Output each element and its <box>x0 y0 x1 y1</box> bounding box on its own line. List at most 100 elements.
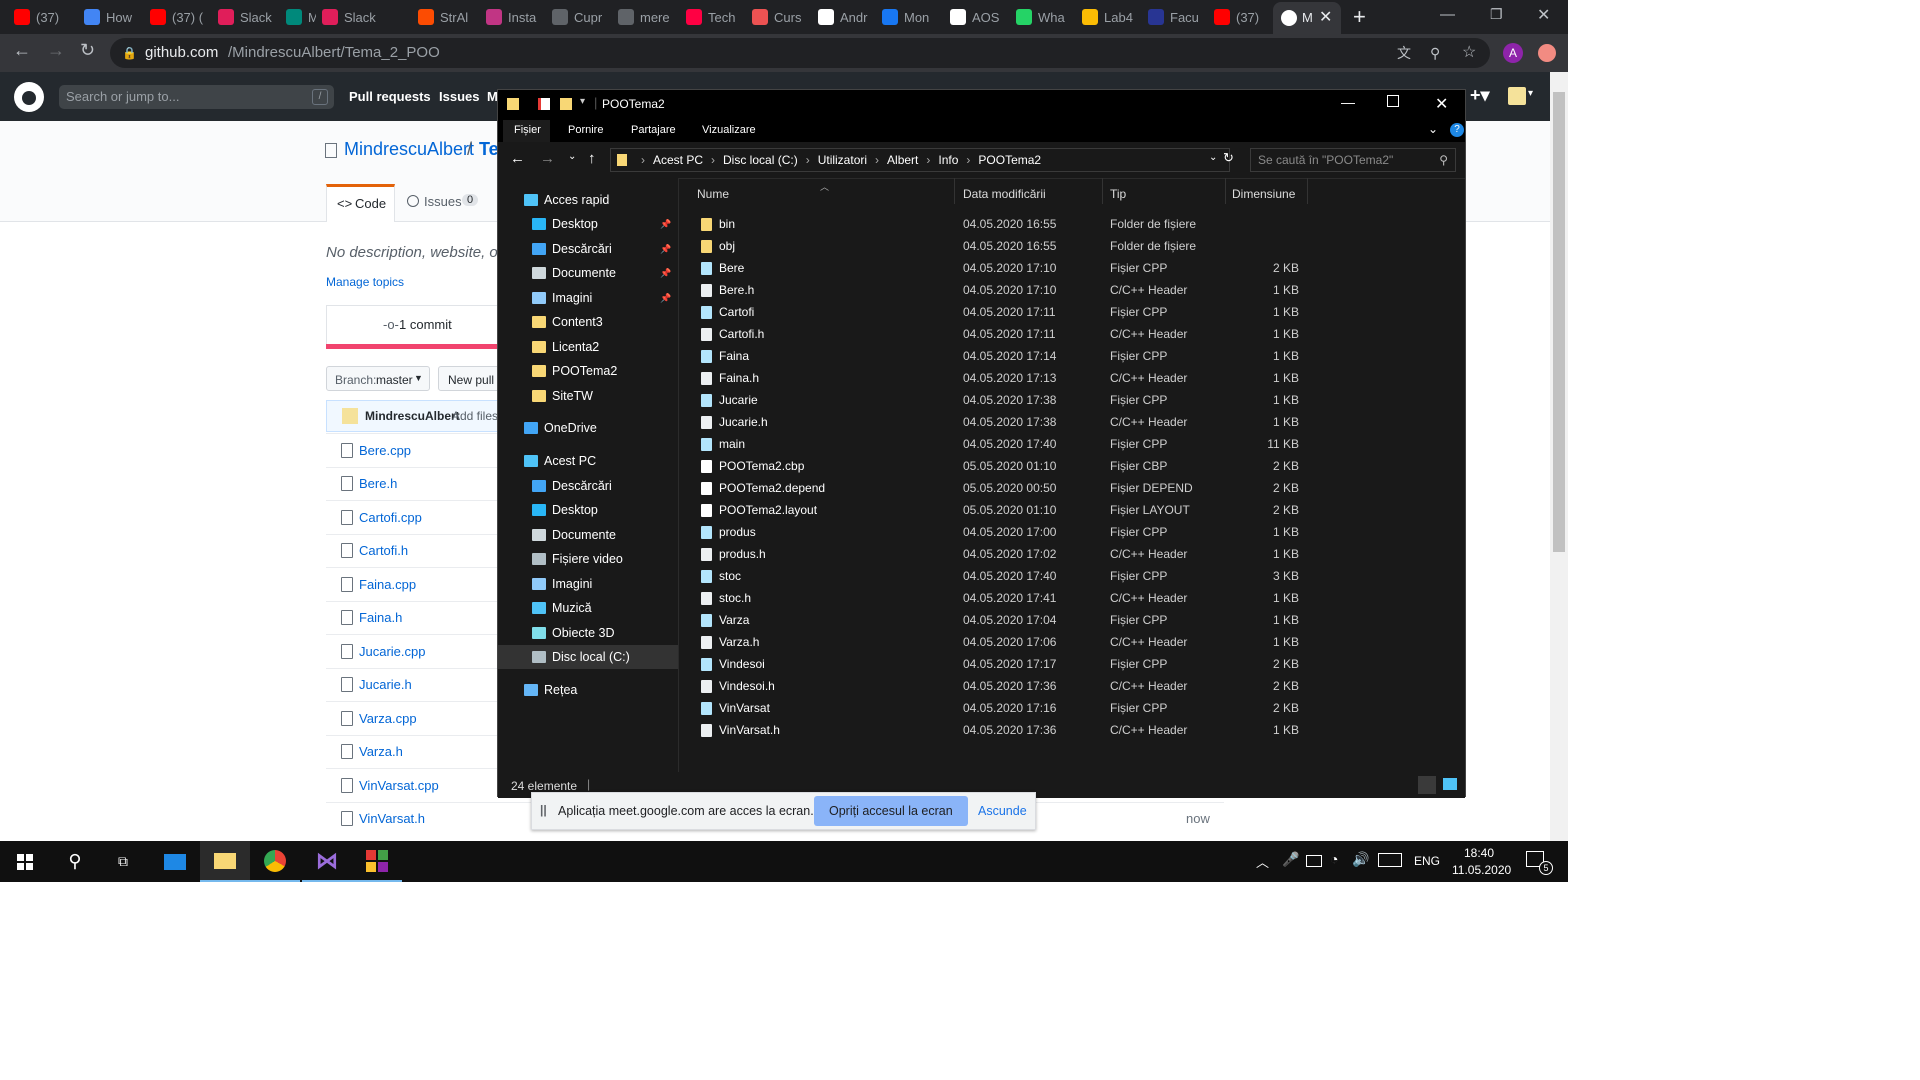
breadcrumb-item[interactable]: Albert <box>887 153 918 167</box>
minimize-window-icon[interactable]: — <box>1440 6 1455 23</box>
start-button[interactable] <box>0 841 50 882</box>
avatar-dropdown-icon[interactable]: ▾ <box>1528 88 1533 99</box>
nav-item[interactable]: Acces rapid <box>498 188 678 212</box>
nav-item[interactable]: Documente <box>498 523 678 547</box>
pin-icon[interactable]: 📌 <box>660 244 671 255</box>
address-bar[interactable]: 🔒 github.com /MindrescuAlbert/Tema_2_POO… <box>110 38 1490 68</box>
browser-tab[interactable]: Lab4 <box>1082 4 1142 30</box>
nav-item[interactable]: Documente 📌 <box>498 261 678 285</box>
browser-tab[interactable]: mere <box>618 4 680 30</box>
tab-code[interactable]: <> Code <box>326 184 395 222</box>
explorer-search-input[interactable]: Se caută în "POOTema2" ⚲ <box>1250 148 1456 172</box>
user-avatar[interactable] <box>1508 87 1526 105</box>
clock-time[interactable]: 18:40 <box>1464 846 1494 860</box>
breadcrumb-separator-icon[interactable]: › <box>641 153 645 167</box>
file-name-link[interactable]: Bere.cpp <box>359 443 411 458</box>
nav-item[interactable]: SiteTW <box>498 384 678 408</box>
close-window-icon[interactable]: ✕ <box>1537 5 1550 25</box>
file-row[interactable]: POOTema2.cbp 05.05.2020 01:10 Fișier CBP 2 … <box>679 455 1465 477</box>
file-row[interactable]: bin 04.05.2020 16:55 Folder de fișiere <box>679 213 1465 235</box>
file-row[interactable]: Vindesoi 04.05.2020 17:17 Fișier CPP 2 KB <box>679 653 1465 675</box>
file-row[interactable]: Faina 04.05.2020 17:14 Fișier CPP 1 KB <box>679 345 1465 367</box>
search-button[interactable]: ⚲ <box>50 841 100 882</box>
ribbon-tab-file[interactable]: Fișier <box>503 120 550 142</box>
browser-tab[interactable]: How <box>84 4 144 30</box>
volume-icon[interactable]: 🔊 <box>1352 851 1369 868</box>
file-name-link[interactable]: Cartofi.cpp <box>359 510 422 525</box>
nav-item[interactable]: Descărcări <box>498 474 678 498</box>
file-row[interactable]: obj 04.05.2020 16:55 Folder de fișiere <box>679 235 1465 257</box>
file-row[interactable]: produs 04.05.2020 17:00 Fișier CPP 1 KB <box>679 521 1465 543</box>
file-row[interactable]: POOTema2.depend 05.05.2020 00:50 Fișier DE… <box>679 477 1465 499</box>
file-name-link[interactable]: Cartofi.h <box>359 543 408 558</box>
file-row[interactable]: Jucarie.h 04.05.2020 17:38 C/C++ Header 1 K… <box>679 411 1465 433</box>
file-name-link[interactable]: VinVarsat.cpp <box>359 778 439 793</box>
task-view-button[interactable]: ⧉ <box>98 841 148 882</box>
browser-tab[interactable]: Tech <box>686 4 746 30</box>
file-row[interactable]: POOTema2.layout 05.05.2020 01:10 Fișier LA… <box>679 499 1465 521</box>
battery-icon[interactable] <box>1306 855 1322 867</box>
translate-icon[interactable]: 文 <box>1397 38 1411 68</box>
forward-arrow-icon[interactable]: → <box>47 40 65 61</box>
browser-tab[interactable]: Andr <box>818 4 876 30</box>
create-new-icon[interactable]: +▾ <box>1470 85 1490 106</box>
file-name-link[interactable]: Faina.cpp <box>359 577 416 592</box>
file-row[interactable]: Cartofi.h 04.05.2020 17:11 C/C++ Header 1 K… <box>679 323 1465 345</box>
clock-date[interactable]: 11.05.2020 <box>1452 863 1511 877</box>
input-language[interactable]: ENG <box>1414 854 1440 868</box>
nav-item[interactable]: Disc local (C:) <box>498 645 678 669</box>
scrollbar-thumb[interactable] <box>1553 92 1565 552</box>
file-row[interactable]: Bere 04.05.2020 17:10 Fișier CPP 2 KB <box>679 257 1465 279</box>
browser-tab[interactable]: Slack <box>322 4 412 30</box>
nav-item[interactable]: Descărcări 📌 <box>498 237 678 261</box>
file-row[interactable]: Bere.h 04.05.2020 17:10 C/C++ Header 1 KB <box>679 279 1465 301</box>
nav-item[interactable]: Obiecte 3D <box>498 621 678 645</box>
repo-name-link[interactable]: Te <box>479 139 499 160</box>
explorer-back-icon[interactable]: ← <box>510 150 525 167</box>
github-search-input[interactable]: Search or jump to... / <box>59 85 334 109</box>
breadcrumb-separator-icon[interactable]: › <box>711 153 715 167</box>
reload-icon[interactable]: ↻ <box>80 40 95 61</box>
breadcrumb[interactable]: › Acest PC › Disc local (C:) › Utilizatori › Al… <box>610 148 1234 172</box>
browser-tab[interactable]: Slack <box>218 4 280 30</box>
large-icons-view-icon[interactable] <box>1443 778 1457 790</box>
browser-tab[interactable]: Facu <box>1148 4 1208 30</box>
refresh-icon[interactable]: ↻ <box>1223 150 1234 166</box>
file-row[interactable]: stoc.h 04.05.2020 17:41 C/C++ Header 1 KB <box>679 587 1465 609</box>
explorer-forward-icon[interactable]: → <box>540 150 555 167</box>
explorer-minimize-icon[interactable]: — <box>1341 94 1355 110</box>
file-row[interactable]: main 04.05.2020 17:40 Fișier CPP 11 KB <box>679 433 1465 455</box>
address-dropdown-icon[interactable]: ⌄ <box>1209 152 1217 163</box>
branch-selector[interactable]: Branch: master ▼ <box>326 366 430 391</box>
nav-item[interactable]: Rețea <box>498 678 678 702</box>
nav-issues[interactable]: Issues <box>439 89 479 104</box>
zoom-icon[interactable]: ⚲ <box>1430 38 1440 68</box>
nav-item[interactable]: Desktop <box>498 498 678 522</box>
file-row[interactable]: Vindesoi.h 04.05.2020 17:36 C/C++ Header 2 … <box>679 675 1465 697</box>
breadcrumb-item[interactable]: Info <box>938 153 958 167</box>
commit-message[interactable]: Add files <box>452 409 498 423</box>
nav-item[interactable]: Fișiere video <box>498 547 678 571</box>
quick-access-dropdown-icon[interactable]: ▾ <box>580 96 585 107</box>
file-name-link[interactable]: Bere.h <box>359 476 397 491</box>
column-name[interactable]: Nume <box>697 187 729 201</box>
file-row[interactable]: VinVarsat.h 04.05.2020 17:36 C/C++ Header 1… <box>679 719 1465 741</box>
properties-icon[interactable] <box>538 98 550 110</box>
profile-avatar[interactable]: A <box>1503 43 1523 63</box>
browser-tab[interactable]: StrAl <box>418 4 480 30</box>
file-row[interactable]: stoc 04.05.2020 17:40 Fișier CPP 3 KB <box>679 565 1465 587</box>
column-date-modified[interactable]: Data modificării <box>963 187 1046 201</box>
explorer-close-icon[interactable]: ✕ <box>1435 94 1448 114</box>
browser-tab[interactable]: Cupr <box>552 4 612 30</box>
breadcrumb-item[interactable]: POOTema2 <box>978 153 1041 167</box>
breadcrumb-separator-icon[interactable]: › <box>926 153 930 167</box>
breadcrumb-separator-icon[interactable]: › <box>875 153 879 167</box>
taskbar-mail[interactable] <box>150 841 200 882</box>
details-view-icon[interactable] <box>1418 776 1436 794</box>
file-row[interactable]: produs.h 04.05.2020 17:02 C/C++ Header 1 KB <box>679 543 1465 565</box>
ribbon-tab-home[interactable]: Pornire <box>568 124 603 136</box>
stop-sharing-button[interactable]: Opriți accesul la ecran <box>814 796 968 826</box>
breadcrumb-item[interactable]: Acest PC <box>653 153 703 167</box>
touch-keyboard-icon[interactable] <box>1378 853 1402 867</box>
file-name-link[interactable]: Jucarie.h <box>359 677 412 692</box>
